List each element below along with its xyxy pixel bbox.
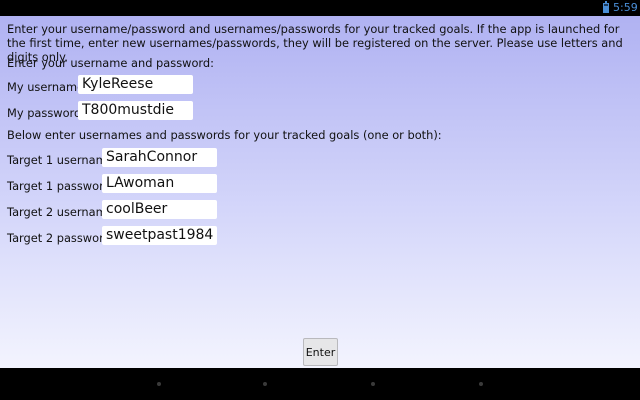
login-form: Enter your username/password and usernam… [0, 16, 640, 368]
my-username-label: My username [7, 80, 85, 94]
navigation-bar [0, 368, 640, 400]
target2-username-label: Target 2 username [7, 205, 114, 219]
menu-icon[interactable] [479, 382, 483, 386]
my-username-field[interactable] [78, 75, 193, 94]
enter-button[interactable]: Enter [303, 338, 338, 366]
tracked-goals-heading: Below enter usernames and passwords for … [7, 128, 442, 142]
battery-icon [603, 1, 609, 13]
target2-username-field[interactable] [102, 200, 217, 219]
home-icon[interactable] [263, 382, 267, 386]
back-icon[interactable] [157, 382, 161, 386]
target2-password-label: Target 2 password [7, 231, 111, 245]
status-bar: 5:59 [0, 0, 640, 16]
own-credentials-heading: Enter your username and password: [7, 56, 214, 70]
status-time: 5:59 [613, 1, 638, 14]
target1-password-label: Target 1 password [7, 179, 111, 193]
recent-apps-icon[interactable] [371, 382, 375, 386]
target2-password-field[interactable] [102, 226, 217, 245]
target1-username-field[interactable] [102, 148, 217, 167]
my-password-label: My password [7, 106, 82, 120]
target1-username-label: Target 1 username [7, 153, 114, 167]
my-password-field[interactable] [78, 101, 193, 120]
target1-password-field[interactable] [102, 174, 217, 193]
